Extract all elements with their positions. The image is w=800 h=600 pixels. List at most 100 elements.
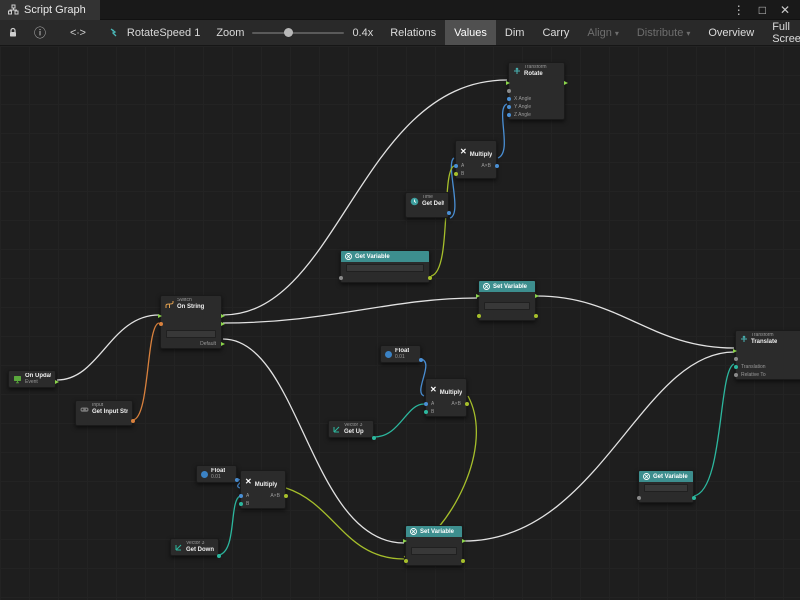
variable-name-dropdown[interactable] (411, 547, 457, 555)
port-label: A×B (451, 401, 461, 407)
value-out-port[interactable] (534, 314, 538, 318)
flow-in-port[interactable] (158, 314, 162, 318)
branch-icon (165, 300, 174, 309)
a-port[interactable] (239, 494, 243, 498)
flow-in-port[interactable] (403, 539, 407, 543)
translation-port[interactable] (734, 365, 738, 369)
node-switch-on-string[interactable]: SwitchOn String Default (160, 295, 222, 349)
flow-out-port[interactable] (535, 294, 539, 298)
object-port[interactable] (339, 276, 343, 280)
case-field[interactable] (166, 330, 216, 338)
case-out-port[interactable] (221, 314, 225, 318)
info-icon[interactable]: ⓘ (34, 24, 46, 41)
node-multiply-top[interactable]: ✕ Multiply AA×B B (455, 140, 497, 179)
selector-port[interactable] (159, 322, 163, 326)
code-view-icon[interactable]: <∙> (70, 27, 86, 39)
graph-canvas[interactable]: TransformRotate X Angle Y Angle Z Angle … (0, 46, 800, 600)
node-title: Rotate (524, 71, 547, 78)
lock-icon[interactable] (8, 27, 18, 38)
relative-to-port[interactable] (734, 373, 738, 377)
node-set-variable-bottom[interactable]: Set Variable (405, 525, 463, 566)
node-get-variable-upper[interactable]: Get Variable (340, 250, 430, 283)
port-label: A×B (481, 163, 491, 169)
y-angle-port[interactable] (507, 105, 511, 109)
value-out-port[interactable] (461, 559, 465, 563)
flow-out-port[interactable] (462, 539, 466, 543)
zoom-slider[interactable] (252, 32, 344, 34)
maximize-icon[interactable]: □ (759, 3, 766, 17)
z-angle-port[interactable] (507, 113, 511, 117)
vector-out-port[interactable] (372, 436, 376, 440)
string-out-port[interactable] (131, 419, 135, 423)
chevron-down-icon: ▾ (686, 29, 690, 38)
target-port[interactable] (734, 357, 738, 361)
node-get-input-string[interactable]: InputGet Input Strin... (75, 400, 133, 426)
default-out-port[interactable] (221, 342, 225, 346)
values-button[interactable]: Values (445, 20, 496, 45)
x-angle-port[interactable] (507, 97, 511, 101)
flow-out-port[interactable] (564, 81, 568, 85)
node-subtitle: Transform (751, 333, 777, 339)
port-label: B (431, 409, 434, 415)
node-transform-translate[interactable]: TransformTranslate Translation Relative … (735, 330, 800, 380)
node-float-low[interactable]: Float0.01 (196, 465, 237, 483)
fullscreen-button[interactable]: Full Screen (763, 20, 800, 45)
close-icon[interactable]: ✕ (780, 3, 790, 17)
graph-breadcrumb[interactable]: RotateSpeed 1 (102, 20, 208, 45)
overview-button[interactable]: Overview (699, 20, 763, 45)
float-out-port[interactable] (419, 358, 423, 362)
b-port[interactable] (454, 172, 458, 176)
variable-name-dropdown[interactable] (346, 264, 424, 272)
node-title: Multiply (440, 390, 462, 396)
value-in-port[interactable] (404, 559, 408, 563)
tab-script-graph[interactable]: Script Graph (0, 0, 100, 20)
value-in-port[interactable] (477, 314, 481, 318)
transform-icon (513, 67, 521, 75)
zoom-control: Zoom 0.4x (208, 20, 381, 45)
variable-name-dropdown[interactable] (484, 302, 530, 310)
b-port[interactable] (424, 410, 428, 414)
node-float-mid[interactable]: Float0.01 (380, 345, 421, 363)
variable-icon (410, 528, 417, 535)
value-out-port[interactable] (428, 276, 432, 280)
wire-getdown-to-multiply-low (219, 496, 240, 555)
node-multiply-mid[interactable]: ✕ Multiply AA×B B (425, 378, 467, 417)
variable-name-dropdown[interactable] (644, 484, 688, 492)
float-out-port[interactable] (235, 478, 239, 482)
carry-button[interactable]: Carry (533, 20, 578, 45)
b-port[interactable] (239, 502, 243, 506)
zoom-slider-handle[interactable] (284, 28, 293, 37)
node-get-variable-right[interactable]: Get Variable (638, 470, 694, 503)
node-vector3-get-down[interactable]: Vector 3Get Down (170, 538, 219, 556)
clock-icon (410, 197, 419, 206)
a-port[interactable] (454, 164, 458, 168)
multiply-icon: ✕ (430, 386, 437, 394)
node-multiply-low[interactable]: ✕ Multiply AA×B B (240, 470, 286, 509)
wire-onupdate-to-switch (57, 315, 159, 380)
distribute-button[interactable]: Distribute ▾ (628, 20, 699, 45)
flow-in-port[interactable] (733, 349, 737, 353)
value-out-port[interactable] (692, 496, 696, 500)
align-button[interactable]: Align ▾ (578, 20, 627, 45)
result-port[interactable] (495, 164, 499, 168)
node-title: Get Delta Time (422, 201, 444, 208)
relations-button[interactable]: Relations (381, 20, 445, 45)
result-port[interactable] (284, 494, 288, 498)
result-port[interactable] (465, 402, 469, 406)
node-vector3-get-up[interactable]: Vector 3Get Up (328, 420, 374, 438)
flow-out-port[interactable] (55, 380, 59, 384)
case-out-port[interactable] (221, 322, 225, 326)
delta-out-port[interactable] (447, 211, 451, 215)
flow-in-port[interactable] (476, 294, 480, 298)
node-on-update[interactable]: On UpdateEvent (8, 370, 56, 388)
a-port[interactable] (424, 402, 428, 406)
object-port[interactable] (637, 496, 641, 500)
flow-in-port[interactable] (506, 81, 510, 85)
dim-button[interactable]: Dim (496, 20, 534, 45)
node-set-variable-mid[interactable]: Set Variable (478, 280, 536, 321)
node-get-delta-time[interactable]: TimeGet Delta Time (405, 192, 449, 218)
window-menu-icon[interactable]: ⋮ (733, 3, 745, 17)
target-port[interactable] (507, 89, 511, 93)
node-transform-rotate[interactable]: TransformRotate X Angle Y Angle Z Angle (508, 62, 565, 120)
vector-out-port[interactable] (217, 554, 221, 558)
